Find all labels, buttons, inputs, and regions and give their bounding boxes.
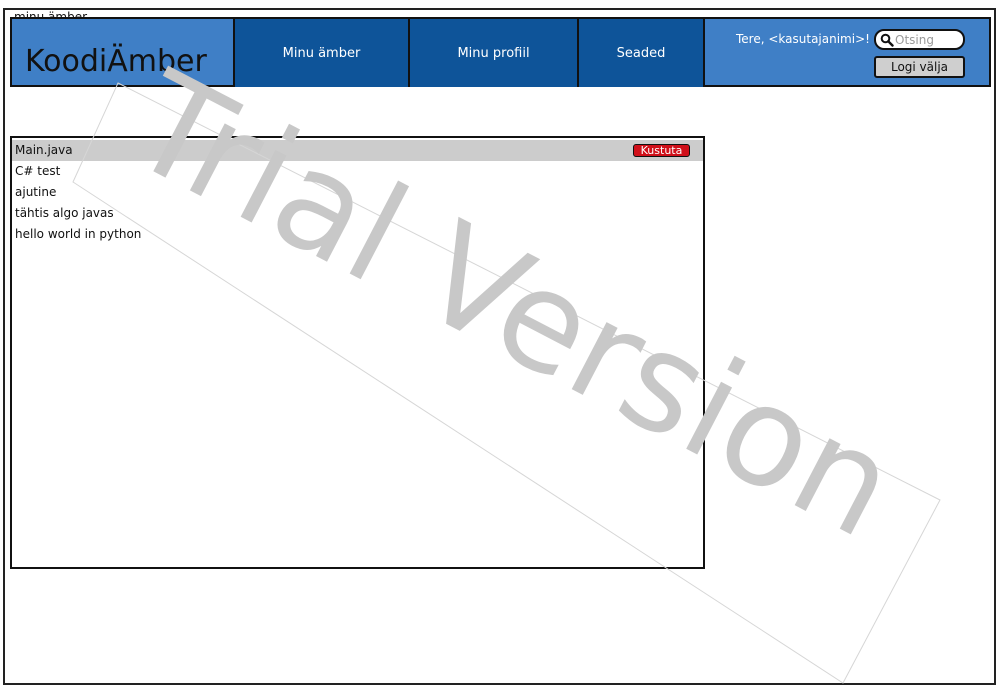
list-item[interactable]: tähtis algo javas [12, 203, 703, 224]
list-item[interactable]: hello world in python [12, 224, 703, 245]
file-name: C# test [15, 164, 61, 178]
search-icon [880, 33, 894, 47]
nav-label: Minu profiil [457, 45, 530, 61]
delete-button[interactable]: Kustuta [633, 144, 690, 157]
nav-minu-profiil[interactable]: Minu profiil [408, 19, 579, 87]
user-greeting: Tere, <kasutajanimi>! [736, 32, 870, 46]
header-bar: KoodiÄmber Minu ämber Minu profiil Seade… [10, 17, 991, 87]
logout-button[interactable]: Logi välja [874, 56, 965, 78]
search-input[interactable] [895, 32, 961, 48]
nav-label: Seaded [616, 45, 666, 61]
file-name: tähtis algo javas [15, 206, 114, 220]
app-logo[interactable]: KoodiÄmber [25, 43, 207, 81]
file-name: hello world in python [15, 227, 142, 241]
nav-seaded[interactable]: Seaded [577, 19, 705, 87]
nav-minu-amber[interactable]: Minu ämber [233, 19, 410, 87]
file-name: ajutine [15, 185, 57, 199]
list-item[interactable]: ajutine [12, 182, 703, 203]
nav-label: Minu ämber [282, 45, 361, 61]
search-box[interactable] [874, 29, 965, 50]
file-name: Main.java [15, 143, 73, 157]
file-list: Main.java Kustuta C# test ajutine tähtis… [10, 136, 705, 569]
list-item[interactable]: Main.java Kustuta [12, 140, 703, 161]
list-item[interactable]: C# test [12, 161, 703, 182]
